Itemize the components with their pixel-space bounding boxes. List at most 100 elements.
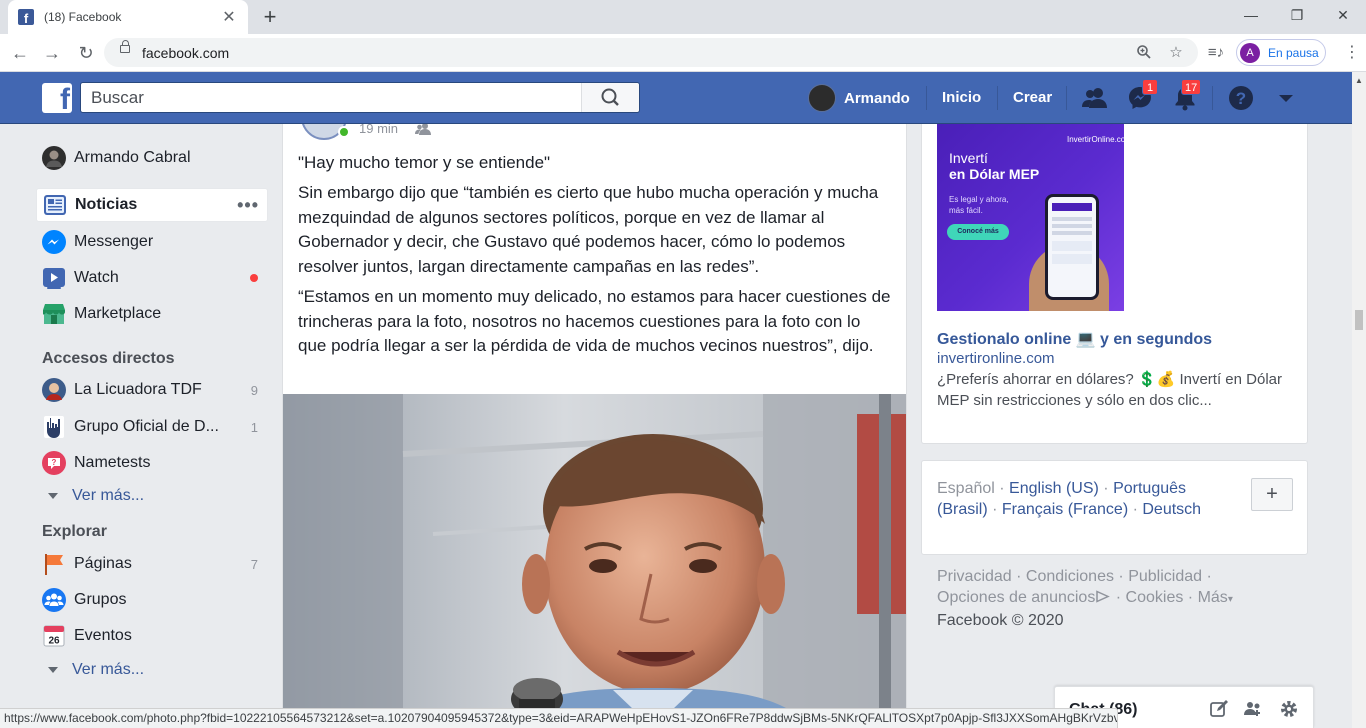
profile-status: En pausa <box>1268 45 1319 60</box>
sidebar-item-pages[interactable]: Páginas 7 <box>36 547 268 581</box>
sidebar-profile[interactable]: Armando Cabral <box>36 141 268 175</box>
ad-domain[interactable]: invertironline.com <box>937 350 1055 367</box>
create-group-icon[interactable] <box>1243 699 1263 719</box>
sidebar-item-label: Watch <box>74 269 119 286</box>
ad-image-cta: Conocé más <box>947 224 1009 240</box>
facebook-favicon-icon: f <box>18 9 34 25</box>
language-link[interactable]: Deutsch <box>1142 501 1201 518</box>
nav-divider <box>997 86 998 110</box>
sidebar-item-label: La Licuadora TDF <box>74 381 202 398</box>
home-link[interactable]: Inicio <box>942 89 981 106</box>
close-tab-icon[interactable]: ✕ <box>220 7 238 27</box>
page-scrollbar[interactable]: ▲ <box>1352 72 1366 728</box>
see-more-label: Ver más... <box>72 487 145 504</box>
friend-requests-icon[interactable] <box>1081 84 1109 112</box>
search-input[interactable] <box>81 83 581 112</box>
minimize-icon[interactable]: — <box>1228 0 1274 30</box>
footer-link[interactable]: Condiciones <box>1026 568 1114 585</box>
language-link[interactable]: Français (France) <box>1002 501 1128 518</box>
calendar-icon: 26 <box>43 625 65 647</box>
forward-arrow-icon[interactable]: → <box>40 41 64 65</box>
browser-tabstrip: f (18) Facebook ✕ + — ❐ ✕ <box>0 0 1366 34</box>
sidebar-item-label: Nametests <box>74 454 151 471</box>
reload-icon[interactable]: ↻ <box>74 41 98 65</box>
footer-link[interactable]: Cookies <box>1126 589 1184 606</box>
back-arrow-icon[interactable]: ← <box>8 41 32 65</box>
rock-hand-icon <box>44 416 64 438</box>
sidebar-item-groups[interactable]: Grupos <box>36 583 268 617</box>
groups-icon <box>42 588 66 612</box>
add-language-button[interactable]: + <box>1251 478 1293 511</box>
browser-tab[interactable]: f (18) Facebook ✕ <box>8 0 248 34</box>
phone-illustration <box>1045 194 1099 300</box>
footer-link[interactable]: Más <box>1198 589 1228 606</box>
sidebar-item-label: Noticias <box>75 196 138 213</box>
footer-link[interactable]: Opciones de anuncios <box>937 589 1095 606</box>
post-paragraph: “Estamos en un momento muy delicado, no … <box>298 287 891 355</box>
see-more-explore-link[interactable]: Ver más... <box>48 661 144 679</box>
sidebar-item-messenger[interactable]: Messenger <box>36 225 268 259</box>
profile-avatar: A <box>1240 42 1260 63</box>
profile-link[interactable]: Armando <box>808 82 910 114</box>
feed-post: 19 min "Hay mucho temor y se entiende" S… <box>282 124 907 728</box>
post-photo[interactable] <box>283 394 906 728</box>
ad-image[interactable]: InvertirOnline.com Invertí en Dólar MEP … <box>937 124 1124 311</box>
sidebar-profile-name: Armando Cabral <box>74 149 191 166</box>
close-window-icon[interactable]: ✕ <box>1320 0 1366 30</box>
new-message-icon[interactable] <box>1209 699 1229 719</box>
calendar-day: 26 <box>48 636 60 647</box>
account-menu-chevron-icon[interactable] <box>1272 84 1300 112</box>
explore-header: Explorar <box>42 523 107 540</box>
browser-toolbar: ← → ↻ facebook.com ☆ ≡♪ A En pausa ⋮ <box>0 34 1366 72</box>
sidebar-item-watch[interactable]: Watch <box>36 261 268 295</box>
new-tab-button[interactable]: + <box>258 5 282 29</box>
media-control-icon[interactable]: ≡♪ <box>1204 41 1228 65</box>
maximize-icon[interactable]: ❐ <box>1274 0 1320 30</box>
scrollbar-thumb[interactable] <box>1355 310 1363 330</box>
footer-link[interactable]: Privacidad <box>937 568 1012 585</box>
more-options-icon[interactable]: ••• <box>237 195 259 216</box>
messenger-icon[interactable]: 1 <box>1126 79 1158 112</box>
zoom-icon[interactable] <box>1135 44 1153 62</box>
browser-menu-icon[interactable]: ⋮ <box>1344 42 1360 62</box>
search-button[interactable] <box>581 83 639 112</box>
sidebar-item-marketplace[interactable]: Marketplace <box>36 297 268 331</box>
see-more-shortcuts-link[interactable]: Ver más... <box>48 487 144 505</box>
create-link[interactable]: Crear <box>1013 89 1052 106</box>
sponsored-ad[interactable]: InvertirOnline.com Invertí en Dólar MEP … <box>921 124 1308 444</box>
friends-audience-icon[interactable] <box>415 124 431 136</box>
profile-avatar-icon <box>42 146 66 170</box>
notifications-bell-icon[interactable]: 17 <box>1171 79 1202 112</box>
caret-down-icon: ▾ <box>1227 594 1233 605</box>
post-timestamp[interactable]: 19 min <box>359 124 398 136</box>
tab-title: (18) Facebook <box>44 10 122 24</box>
chevron-down-icon <box>48 666 58 673</box>
ad-description: ¿Preferís ahorrar en dólares? 💲💰 Invertí… <box>937 371 1282 409</box>
pages-count: 7 <box>250 556 258 572</box>
help-icon[interactable]: ? <box>1227 84 1255 112</box>
language-link[interactable]: English (US) <box>1009 480 1099 497</box>
chat-settings-gear-icon[interactable] <box>1279 699 1299 719</box>
sidebar-item-events[interactable]: 26 Eventos <box>36 619 268 653</box>
shortcut-count: 1 <box>250 419 258 435</box>
ad-title[interactable]: Gestionalo online 💻 y en segundos <box>937 329 1212 349</box>
sidebar-item-noticias[interactable]: Noticias ••• <box>36 188 268 222</box>
sidebar-item-shortcut[interactable]: Grupo Oficial de D... 1 <box>36 410 268 444</box>
language-selector-card: Español · English (US) · Português (Bras… <box>921 460 1308 555</box>
bookmark-star-icon[interactable]: ☆ <box>1167 44 1185 62</box>
address-bar[interactable]: facebook.com ☆ <box>104 38 1198 67</box>
url-text: facebook.com <box>142 45 230 61</box>
sidebar-item-label: Grupo Oficial de D... <box>74 418 219 435</box>
profile-button[interactable]: A En pausa <box>1236 39 1326 66</box>
sidebar-item-shortcut[interactable]: La Licuadora TDF 9 <box>36 373 268 407</box>
nav-divider <box>1212 86 1213 110</box>
sidebar-item-label: Eventos <box>74 627 132 644</box>
facebook-logo-icon[interactable]: f <box>42 83 72 113</box>
sidebar-item-label: Marketplace <box>74 305 162 322</box>
scroll-up-arrow-icon[interactable]: ▲ <box>1355 76 1363 85</box>
ad-image-headline: Invertí <box>949 150 988 166</box>
browser-status-bar: https://www.facebook.com/photo.php?fbid=… <box>0 708 1118 728</box>
footer-link[interactable]: Publicidad <box>1128 568 1202 585</box>
sidebar-item-shortcut[interactable]: ? Nametests <box>36 446 268 480</box>
ad-choices-icon[interactable] <box>1095 590 1111 603</box>
